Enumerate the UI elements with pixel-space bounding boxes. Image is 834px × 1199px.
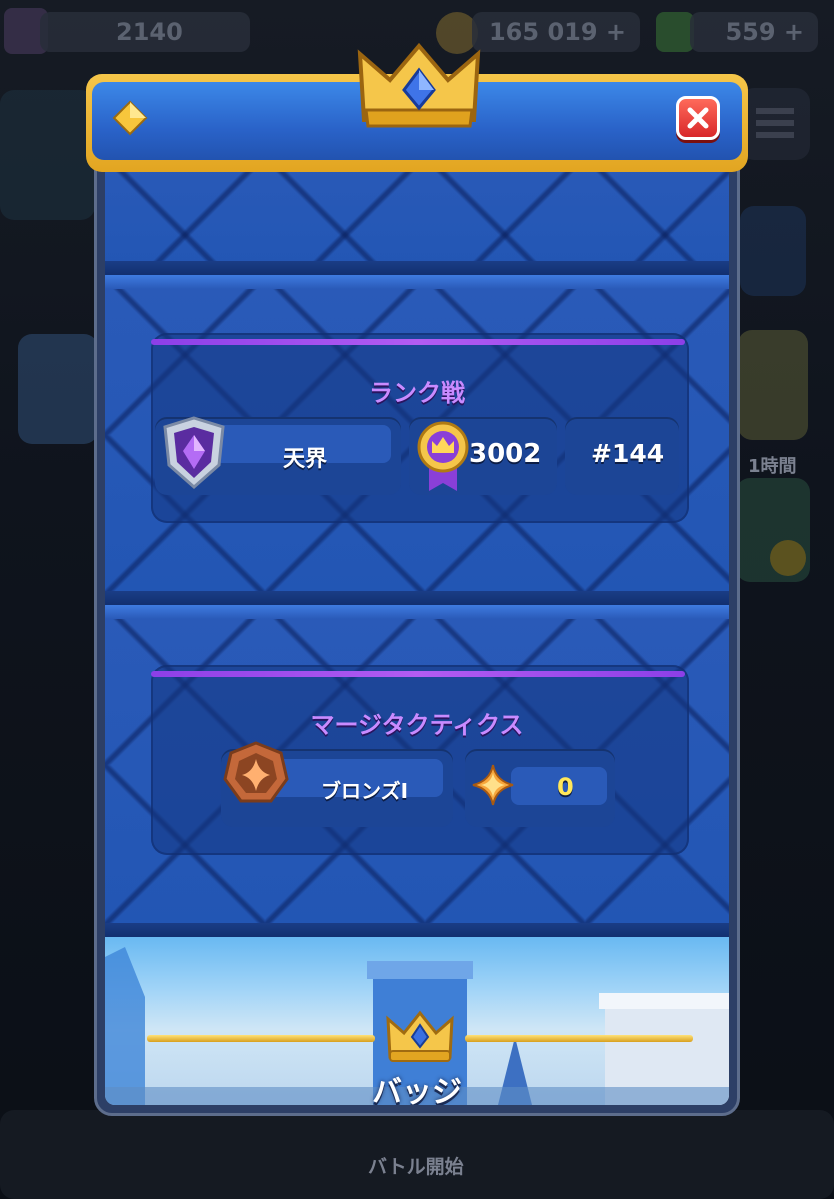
ranked-divider-line — [151, 339, 685, 345]
trophy-counter: 2140 — [40, 12, 250, 52]
rating-box[interactable]: 3002 — [409, 417, 557, 495]
background-banner — [0, 90, 95, 220]
gem-count: 559 + — [725, 18, 804, 46]
event-thumbnail[interactable] — [18, 334, 98, 444]
ranked-league-name: 天界 — [283, 447, 328, 472]
bronze-league-icon — [223, 741, 289, 803]
merge-tactics-title: マージタクティクス — [310, 711, 524, 739]
league-box[interactable]: 天界 — [155, 416, 401, 495]
gem-counter[interactable]: 559 + — [690, 12, 818, 52]
panel-top-edge — [105, 275, 729, 289]
close-icon — [687, 107, 709, 129]
panel-divider — [105, 923, 729, 937]
header-crown-icon — [357, 42, 481, 128]
badge-crown-icon — [386, 1010, 454, 1062]
trophy-count: 2140 — [116, 18, 183, 46]
banner-right-bar — [465, 1035, 693, 1042]
timer-label: 1時間 — [748, 456, 797, 477]
points-box[interactable]: 0 — [465, 749, 615, 827]
celestial-league-shield-icon — [163, 416, 225, 489]
ranked-rating: 3002 — [469, 439, 542, 469]
merge-tactics-league-name: ブロンズI — [321, 779, 409, 803]
badge-banner[interactable]: バッジ — [105, 937, 729, 1105]
merge-tactics-points: 0 — [557, 773, 574, 801]
panel-divider — [105, 261, 729, 275]
bronze-league-box[interactable]: ブロンズI — [221, 741, 453, 827]
banner-left-bar — [147, 1035, 375, 1042]
sparkle-star-icon — [472, 764, 514, 806]
panel-divider — [105, 591, 729, 605]
header-diamond-icon — [112, 100, 148, 136]
crown-chest-button[interactable] — [740, 206, 806, 296]
badge-modal: ランク戦 天界 3002 #144 マージタクティクス ブロンズI 0 バッジ — [94, 82, 740, 1116]
gem-icon — [656, 12, 694, 52]
gold-count: 165 019 + — [488, 18, 626, 46]
rank-box[interactable]: #144 — [565, 417, 679, 495]
ranked-medal-icon — [417, 421, 469, 491]
gold-counter[interactable]: 165 019 + — [472, 12, 640, 52]
badge-label: バッジ — [372, 1075, 462, 1105]
ranked-rank: #144 — [591, 439, 665, 468]
close-button[interactable] — [676, 96, 720, 140]
merge-tactics-divider-line — [151, 671, 685, 677]
menu-icon — [756, 108, 794, 138]
plus-icon — [770, 540, 806, 576]
ranked-title: ランク戦 — [369, 379, 465, 407]
merge-tactics-panel: マージタクティクス ブロンズI 0 — [105, 605, 729, 937]
pass-reward-thumbnail[interactable] — [738, 330, 808, 440]
battle-button-label[interactable]: バトル開始 — [368, 1152, 464, 1179]
ranked-panel: ランク戦 天界 3002 #144 — [105, 275, 729, 605]
top-panel — [105, 155, 729, 275]
panel-top-edge — [105, 605, 729, 619]
